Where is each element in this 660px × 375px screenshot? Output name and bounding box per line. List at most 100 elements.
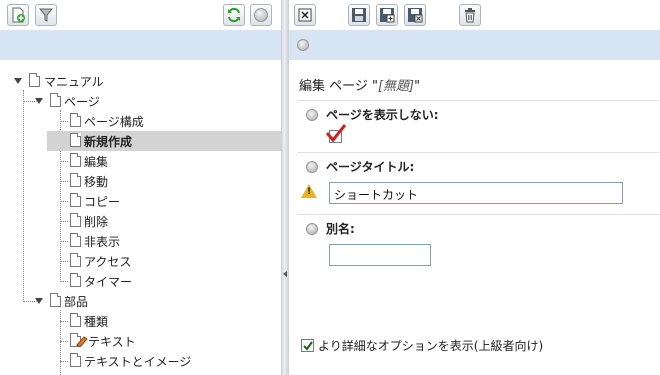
tree-item-label: 移動	[84, 174, 109, 189]
hint-icon[interactable]	[306, 223, 318, 235]
alias-label: 別名:	[326, 222, 355, 236]
help-hint-icon[interactable]	[297, 39, 309, 51]
add-page-button[interactable]	[7, 4, 29, 26]
title-prefix: 編集 ページ "	[299, 79, 378, 94]
page-icon	[70, 193, 81, 207]
page-icon	[70, 233, 81, 247]
help-icon	[254, 8, 268, 22]
save-close-icon	[408, 8, 423, 23]
tree-connector	[60, 241, 68, 242]
filter-icon	[38, 8, 54, 22]
refresh-button[interactable]	[223, 4, 245, 26]
add-page-icon	[12, 7, 25, 23]
page-icon	[29, 73, 40, 87]
tree-item-label: 新規作成	[84, 134, 133, 149]
refresh-icon	[228, 7, 240, 23]
tree-connector	[60, 361, 68, 362]
hint-icon[interactable]	[306, 109, 318, 121]
tree-item-label: ページ構成	[84, 114, 144, 129]
app-window: マニュアル ページ ページ構成 新規作成 編集 移動 コピー 削除 非表示 アク…	[0, 0, 660, 375]
page-icon	[70, 273, 81, 287]
page-icon	[70, 253, 81, 267]
pane-splitter[interactable]	[281, 0, 289, 375]
expand-toggle-icon[interactable]	[14, 78, 22, 84]
page-icon	[70, 153, 81, 167]
tree-item-label: ページ	[64, 94, 100, 109]
page-folder-icon	[50, 93, 61, 107]
help-button[interactable]	[250, 4, 272, 26]
tree-item-label: 部品	[64, 294, 89, 309]
tree-item-text-and-image[interactable]: テキストとイメージ	[84, 351, 191, 371]
editor-header-band	[289, 30, 660, 60]
alias-input[interactable]	[329, 244, 431, 266]
page-icon	[70, 313, 81, 327]
close-button[interactable]	[294, 4, 316, 26]
tree-connector	[60, 321, 68, 322]
delete-button[interactable]	[459, 4, 481, 26]
page-title-input[interactable]: ショートカット	[329, 182, 623, 204]
hide-page-label: ページを表示しない:	[326, 108, 439, 122]
page-icon	[70, 113, 81, 127]
tree-item-label: 非表示	[84, 234, 121, 249]
tree-item-types[interactable]: 種類	[84, 311, 108, 331]
tree-item-label: テキストとイメージ	[84, 354, 192, 369]
tree-connector	[60, 201, 68, 202]
tree-toolbar	[0, 0, 281, 30]
tree-connector	[60, 341, 68, 342]
page-tree: マニュアル ページ ページ構成 新規作成 編集 移動 コピー 削除 非表示 アク…	[0, 60, 281, 375]
advanced-options-checkbox[interactable]	[301, 339, 314, 352]
text-part-icon	[76, 336, 88, 347]
tree-item-timer[interactable]: タイマー	[84, 271, 132, 291]
warning-icon: !	[301, 184, 317, 198]
tree-item-page-structure[interactable]: ページ構成	[84, 111, 144, 131]
tree-connector	[60, 281, 68, 282]
save-as-icon	[380, 8, 395, 23]
hide-page-field: ページを表示しない:	[297, 100, 660, 152]
save-close-button[interactable]	[404, 4, 426, 26]
title-suffix: "	[414, 79, 421, 94]
expand-toggle-icon[interactable]	[35, 298, 43, 304]
tree-item-page[interactable]: ページ	[64, 91, 100, 111]
hint-icon[interactable]	[306, 161, 318, 173]
tree-item-new-create[interactable]: 新規作成	[47, 131, 281, 151]
checkmark-icon	[302, 340, 313, 351]
tree-item-label: アクセス	[84, 254, 132, 269]
tree-item-hidden[interactable]: 非表示	[84, 231, 120, 251]
tree-item-label: 種類	[84, 314, 109, 329]
tree-item-copy[interactable]: コピー	[84, 191, 120, 211]
tree-item-label: テキスト	[88, 334, 136, 349]
checkmark-icon	[325, 124, 347, 143]
page-icon	[50, 293, 61, 307]
tree-item-label: タイマー	[84, 274, 133, 289]
tree-item-manual[interactable]: マニュアル	[44, 71, 104, 91]
page-icon	[70, 173, 81, 187]
tree-item-access[interactable]: アクセス	[84, 251, 131, 271]
tree-item-text[interactable]: テキスト	[88, 331, 136, 351]
advanced-options-toggle[interactable]: より詳細なオプションを表示(上級者向け)	[301, 337, 543, 354]
close-icon	[298, 8, 312, 22]
collapse-arrow-icon[interactable]	[283, 271, 287, 277]
tree-item-label: コピー	[84, 194, 121, 209]
tree-item-label: マニュアル	[44, 74, 104, 89]
tree-connector	[23, 90, 24, 300]
save-button[interactable]	[348, 4, 370, 26]
page-icon	[70, 353, 81, 367]
title-page-name: [無題]	[377, 79, 415, 94]
page-editor: 編集 ページ "[無題]" ページを表示しない: ページタイトル: ! ショート…	[289, 60, 660, 375]
expand-toggle-icon[interactable]	[35, 98, 43, 104]
tree-item-move[interactable]: 移動	[84, 171, 108, 191]
tree-item-delete[interactable]: 削除	[84, 211, 108, 231]
tree-connector	[60, 261, 68, 262]
tree-connector	[60, 121, 68, 122]
filter-button[interactable]	[35, 4, 57, 26]
save-as-button[interactable]	[376, 4, 398, 26]
tree-item-edit[interactable]: 編集	[84, 151, 108, 171]
page-title-label: ページタイトル:	[326, 160, 415, 174]
tree-item-parts[interactable]: 部品	[64, 291, 88, 311]
advanced-options-label: より詳細なオプションを表示(上級者向け)	[318, 339, 544, 353]
tree-connector	[60, 310, 61, 375]
tree-item-label: 削除	[84, 214, 109, 229]
page-title: 編集 ページ "[無題]"	[299, 75, 420, 94]
page-icon	[70, 133, 81, 147]
page-icon	[70, 213, 81, 227]
